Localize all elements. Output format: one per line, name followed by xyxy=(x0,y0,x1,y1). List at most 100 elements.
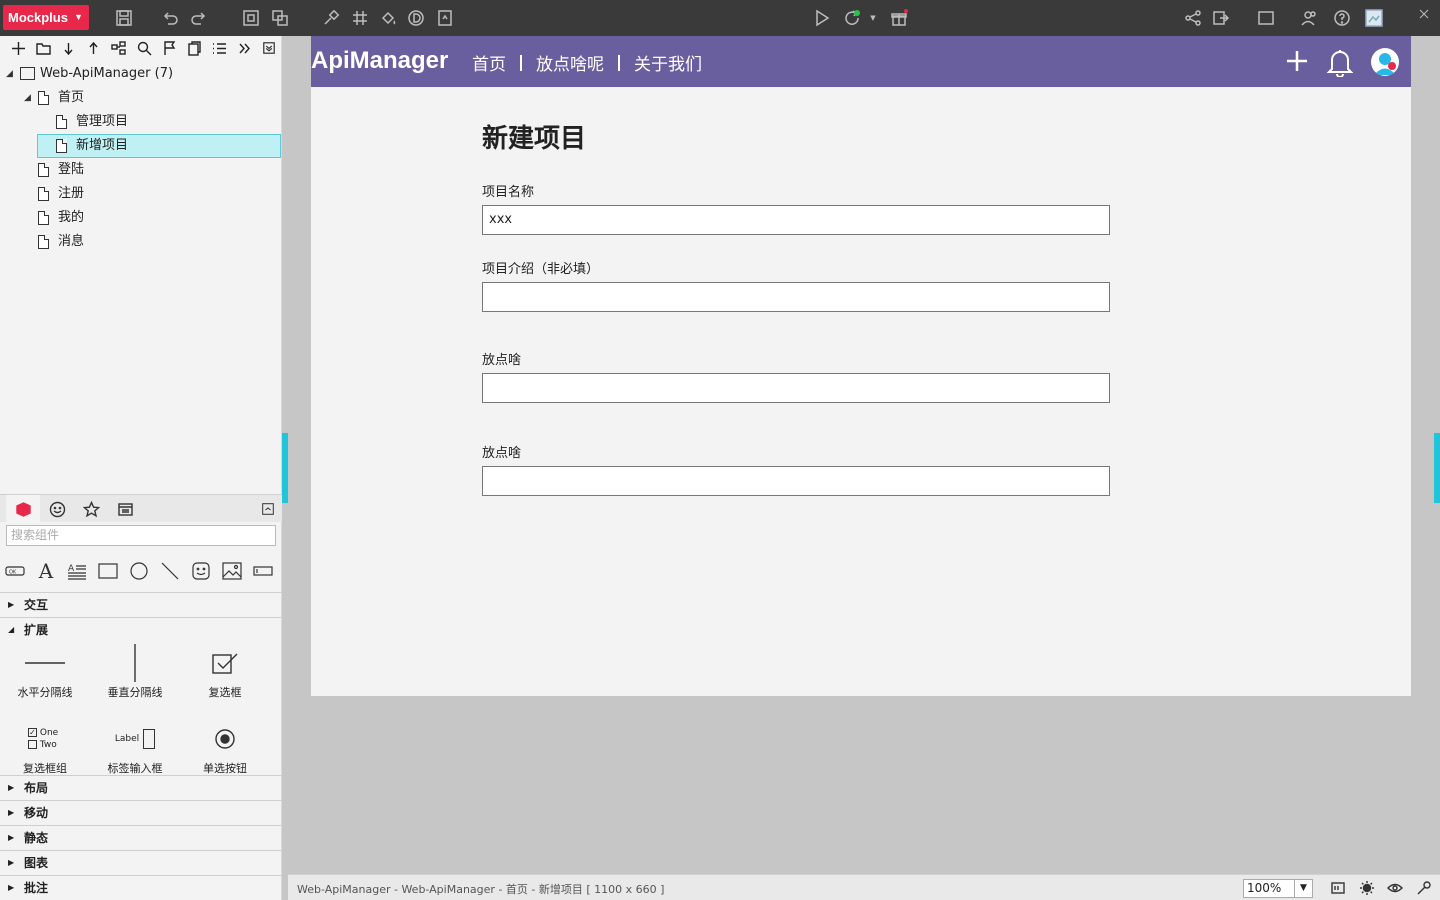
tab-favorites[interactable] xyxy=(74,495,108,523)
grid-icon[interactable] xyxy=(350,8,370,28)
fullscreen-icon[interactable] xyxy=(1256,8,1276,28)
add-page-icon[interactable] xyxy=(6,38,31,58)
category-charts[interactable]: ▶ 图表 xyxy=(0,850,282,874)
settings-tool-icon[interactable] xyxy=(1413,878,1435,898)
search-icon[interactable] xyxy=(131,38,156,58)
option-label: Two xyxy=(39,740,57,750)
category-annotations[interactable]: ▶ 批注 xyxy=(0,875,282,899)
component-label: 标签输入框 xyxy=(107,762,163,775)
vertical-divider-component[interactable]: 垂直分隔线 xyxy=(90,642,180,700)
save-icon[interactable] xyxy=(114,8,134,28)
category-static[interactable]: ▶ 静态 xyxy=(0,825,282,849)
line-component-icon[interactable] xyxy=(159,560,181,582)
radio-button-component[interactable]: 单选按钮 xyxy=(180,718,270,776)
field-3-input[interactable] xyxy=(482,373,1110,403)
add-icon[interactable] xyxy=(1284,48,1310,74)
copy-page-icon[interactable] xyxy=(182,38,207,58)
design-mode-icon[interactable] xyxy=(406,8,426,28)
tree-root[interactable]: ◢ Web-ApiManager (7) xyxy=(0,62,282,86)
help-icon[interactable] xyxy=(1332,8,1352,28)
tree-item-new-project[interactable]: 新增项目 xyxy=(0,134,282,158)
brightness-icon[interactable] xyxy=(1356,878,1378,898)
tab-icons[interactable] xyxy=(40,495,74,523)
undo-icon[interactable] xyxy=(160,8,180,28)
text-component-icon[interactable]: A xyxy=(35,559,57,583)
field-4-input[interactable] xyxy=(482,466,1110,496)
tree-item-messages[interactable]: 消息 xyxy=(0,230,282,254)
circle-component-icon[interactable] xyxy=(128,560,150,582)
project-description-input[interactable] xyxy=(482,282,1110,312)
redo-icon[interactable] xyxy=(189,8,209,28)
avatar[interactable] xyxy=(1371,48,1399,76)
horizontal-divider-component[interactable]: 水平分隔线 xyxy=(0,642,90,700)
paragraph-component-icon[interactable]: A xyxy=(66,560,88,582)
tree-item-home[interactable]: ◢ 首页 xyxy=(0,86,282,110)
component-search-input[interactable]: 搜索组件 xyxy=(6,525,276,546)
folder-icon[interactable] xyxy=(31,38,56,58)
more-icon[interactable] xyxy=(232,38,257,58)
page-icon xyxy=(56,139,67,153)
collapse-tabs-icon[interactable] xyxy=(256,495,280,523)
nav-link-about[interactable]: 关于我们 xyxy=(634,50,702,75)
top-toolbar: Mockplus ▼ ▼ xyxy=(0,0,1440,36)
group-icon[interactable] xyxy=(241,8,261,28)
close-icon[interactable] xyxy=(1414,4,1434,24)
category-layout[interactable]: ▶ 布局 xyxy=(0,775,282,799)
fit-page-icon[interactable] xyxy=(1327,878,1349,898)
tree-item-register[interactable]: 注册 xyxy=(0,182,282,206)
gift-icon[interactable] xyxy=(889,8,909,28)
expanded-arrow-icon: ◢ xyxy=(8,625,15,634)
publish-icon[interactable] xyxy=(1211,8,1231,28)
move-up-icon[interactable] xyxy=(81,38,106,58)
tree-item-mine[interactable]: 我的 xyxy=(0,206,282,230)
share-icon[interactable] xyxy=(1183,8,1203,28)
tab-templates[interactable] xyxy=(108,495,142,523)
tree-item-label: 注册 xyxy=(58,186,85,201)
tree-item-manage-project[interactable]: 管理项目 xyxy=(0,110,282,134)
image-component-icon[interactable] xyxy=(221,560,243,582)
expand-arrow-icon[interactable]: ◢ xyxy=(6,62,16,86)
category-mobile[interactable]: ▶ 移动 xyxy=(0,800,282,824)
flag-icon[interactable] xyxy=(157,38,182,58)
button-component-icon[interactable]: OK xyxy=(4,560,26,582)
input-component-icon[interactable] xyxy=(252,560,274,582)
tree-item-login[interactable]: 登陆 xyxy=(0,158,282,182)
ungroup-icon[interactable] xyxy=(270,8,290,28)
collapse-panel-icon[interactable] xyxy=(257,38,282,58)
export-icon[interactable] xyxy=(435,8,455,28)
page-toolbar xyxy=(0,36,282,60)
eye-icon[interactable] xyxy=(1384,878,1406,898)
preview-play-icon[interactable] xyxy=(812,8,832,28)
zoom-dropdown-icon[interactable]: ▼ xyxy=(1294,880,1312,897)
icon-component-icon[interactable] xyxy=(190,560,212,582)
sitemap-icon[interactable] xyxy=(106,38,131,58)
label-input-component[interactable]: Label 标签输入框 xyxy=(90,718,180,776)
move-down-icon[interactable] xyxy=(56,38,81,58)
page-tree: ◢ Web-ApiManager (7) ◢ 首页 管理项目 新增项目 登陆 注… xyxy=(0,62,282,254)
zoom-select[interactable]: 100% ▼ xyxy=(1243,879,1313,898)
sync-icon[interactable] xyxy=(842,8,862,28)
vertical-divider-icon xyxy=(90,642,180,684)
right-panel-collapse-handle[interactable] xyxy=(1434,433,1440,503)
nav-link-home[interactable]: 首页 xyxy=(472,50,506,75)
category-interaction[interactable]: ▶ 交互 xyxy=(0,592,282,616)
collapsed-arrow-icon: ▶ xyxy=(8,858,15,867)
project-name-input[interactable]: xxx xyxy=(482,205,1110,235)
tab-components[interactable] xyxy=(6,495,40,523)
nav-link-misc[interactable]: 放点啥呢 xyxy=(536,50,604,75)
expand-arrow-icon[interactable]: ◢ xyxy=(24,86,34,110)
format-brush-icon[interactable] xyxy=(321,8,341,28)
rectangle-component-icon[interactable] xyxy=(97,560,119,582)
user-avatar-icon[interactable] xyxy=(1364,8,1384,28)
page-icon xyxy=(38,163,49,177)
category-extended[interactable]: ◢ 扩展 xyxy=(0,617,282,641)
app-logo[interactable]: ApiManager xyxy=(311,47,448,75)
list-icon[interactable] xyxy=(207,38,232,58)
brand-menu-button[interactable]: Mockplus ▼ xyxy=(3,5,89,30)
fill-icon[interactable] xyxy=(378,8,398,28)
bell-icon[interactable] xyxy=(1326,47,1354,78)
sync-dropdown-icon[interactable]: ▼ xyxy=(866,8,880,28)
checkbox-group-component[interactable]: ✓ One Two 复选框组 xyxy=(0,718,90,776)
team-icon[interactable] xyxy=(1299,8,1319,28)
checkbox-component[interactable]: 复选框 xyxy=(180,642,270,700)
